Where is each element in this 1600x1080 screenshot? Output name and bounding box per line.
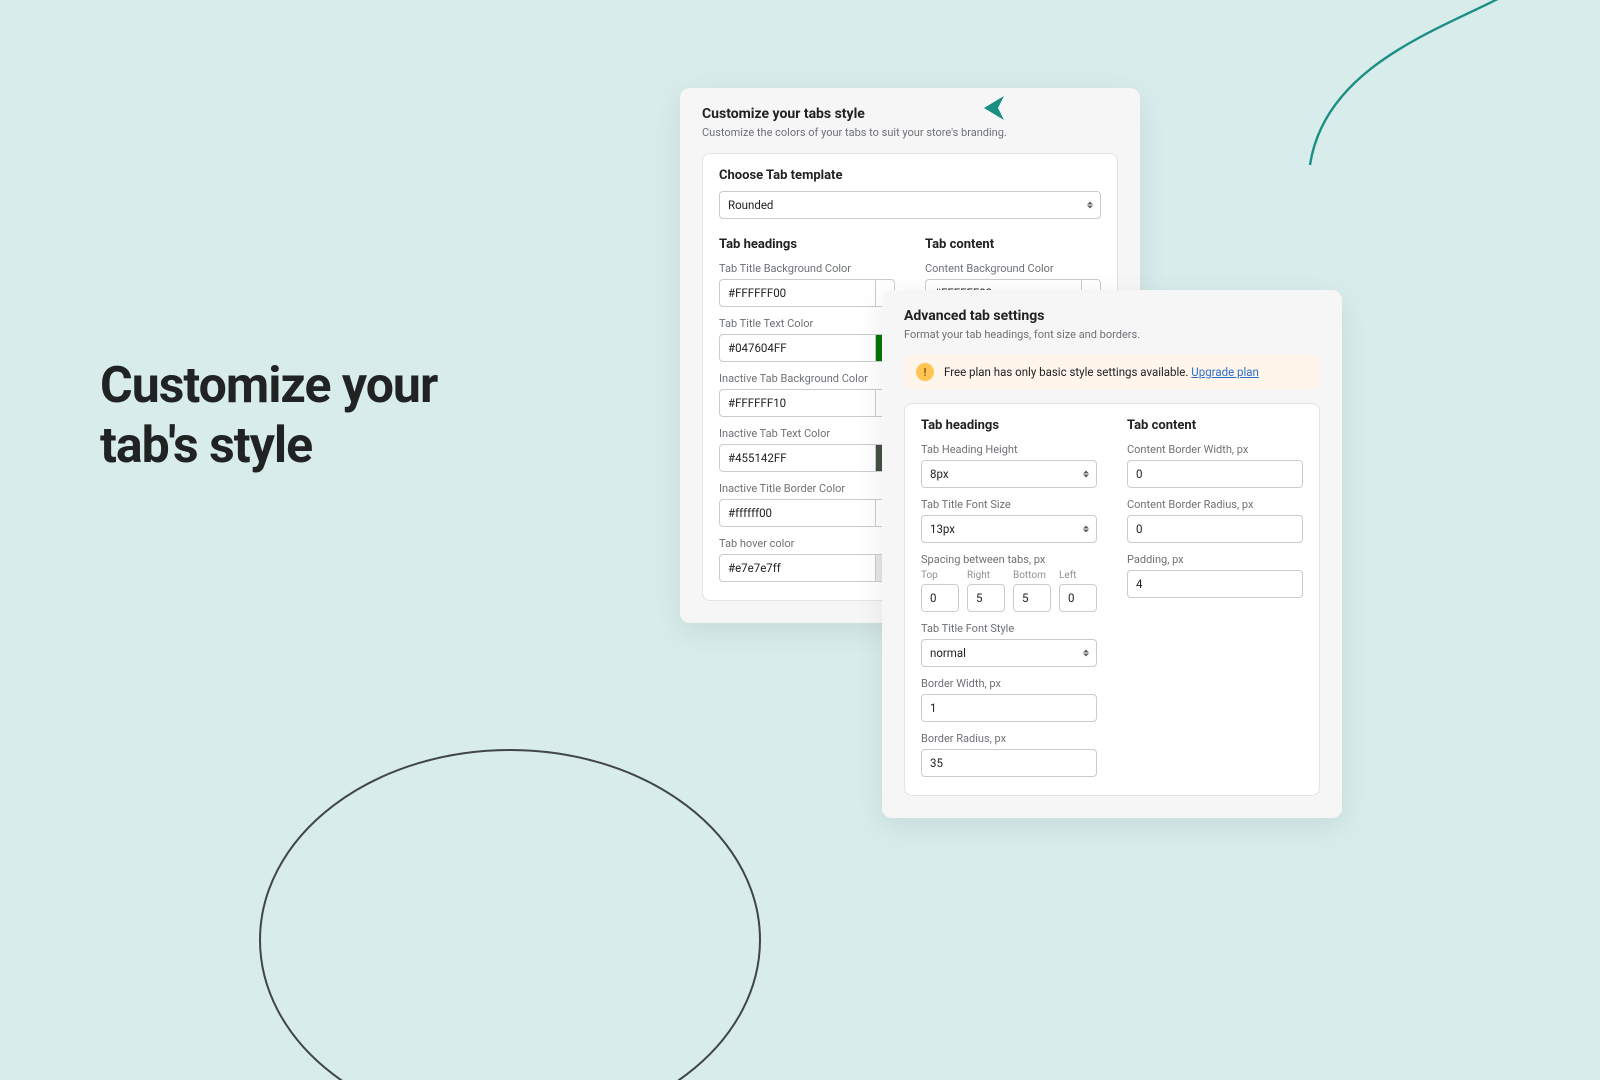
panel-subtitle: Customize the colors of your tabs to sui… xyxy=(702,126,1118,139)
upgrade-banner: ! Free plan has only basic style setting… xyxy=(904,355,1320,389)
chevron-updown-icon xyxy=(1083,650,1089,657)
spacing-left-input[interactable]: 0 xyxy=(1059,584,1097,612)
spacing-bottom-input[interactable]: 5 xyxy=(1013,584,1051,612)
tab-headings-title: Tab headings xyxy=(719,237,895,252)
border-width-input[interactable]: 1 xyxy=(921,694,1097,722)
content-border-radius-input[interactable]: 0 xyxy=(1127,515,1303,543)
inactive-border-input[interactable]: #ffffff00 xyxy=(719,499,875,527)
inactive-bg-input[interactable]: #FFFFFF10 xyxy=(719,389,875,417)
upgrade-link[interactable]: Upgrade plan xyxy=(1191,365,1259,379)
tab-content-title: Tab content xyxy=(925,237,1101,252)
warning-icon: ! xyxy=(916,363,934,381)
template-select[interactable]: Rounded xyxy=(719,191,1101,219)
advanced-inner: Tab headings Tab Heading Height 8px Tab … xyxy=(904,403,1320,796)
advanced-subtitle: Format your tab headings, font size and … xyxy=(904,328,1320,341)
advanced-title: Advanced tab settings xyxy=(904,308,1320,324)
font-style-select[interactable]: normal xyxy=(921,639,1097,667)
inactive-text-input[interactable]: #455142FF xyxy=(719,444,875,472)
decorative-curve-bottom xyxy=(230,680,790,1080)
title-bg-input[interactable]: #FFFFFF00 xyxy=(719,279,875,307)
font-size-select[interactable]: 13px xyxy=(921,515,1097,543)
adv-content-title: Tab content xyxy=(1127,418,1303,433)
content-border-width-input[interactable]: 0 xyxy=(1127,460,1303,488)
advanced-settings-panel: Advanced tab settings Format your tab he… xyxy=(882,290,1342,818)
heading-height-select[interactable]: 8px xyxy=(921,460,1097,488)
spacing-top-input[interactable]: 0 xyxy=(921,584,959,612)
chevron-updown-icon xyxy=(1083,526,1089,533)
panel-title: Customize your tabs style xyxy=(702,106,1118,122)
adv-headings-title: Tab headings xyxy=(921,418,1097,433)
chevron-updown-icon xyxy=(1087,202,1093,209)
chevron-updown-icon xyxy=(1083,471,1089,478)
arrow-icon xyxy=(982,94,1010,122)
border-radius-input[interactable]: 35 xyxy=(921,749,1097,777)
padding-input[interactable]: 4 xyxy=(1127,570,1303,598)
spacing-right-input[interactable]: 5 xyxy=(967,584,1005,612)
template-section-label: Choose Tab template xyxy=(719,168,1101,183)
title-text-input[interactable]: #047604FF xyxy=(719,334,875,362)
page-title: Customize your tab's style xyxy=(100,356,437,476)
hover-input[interactable]: #e7e7e7ff xyxy=(719,554,875,582)
